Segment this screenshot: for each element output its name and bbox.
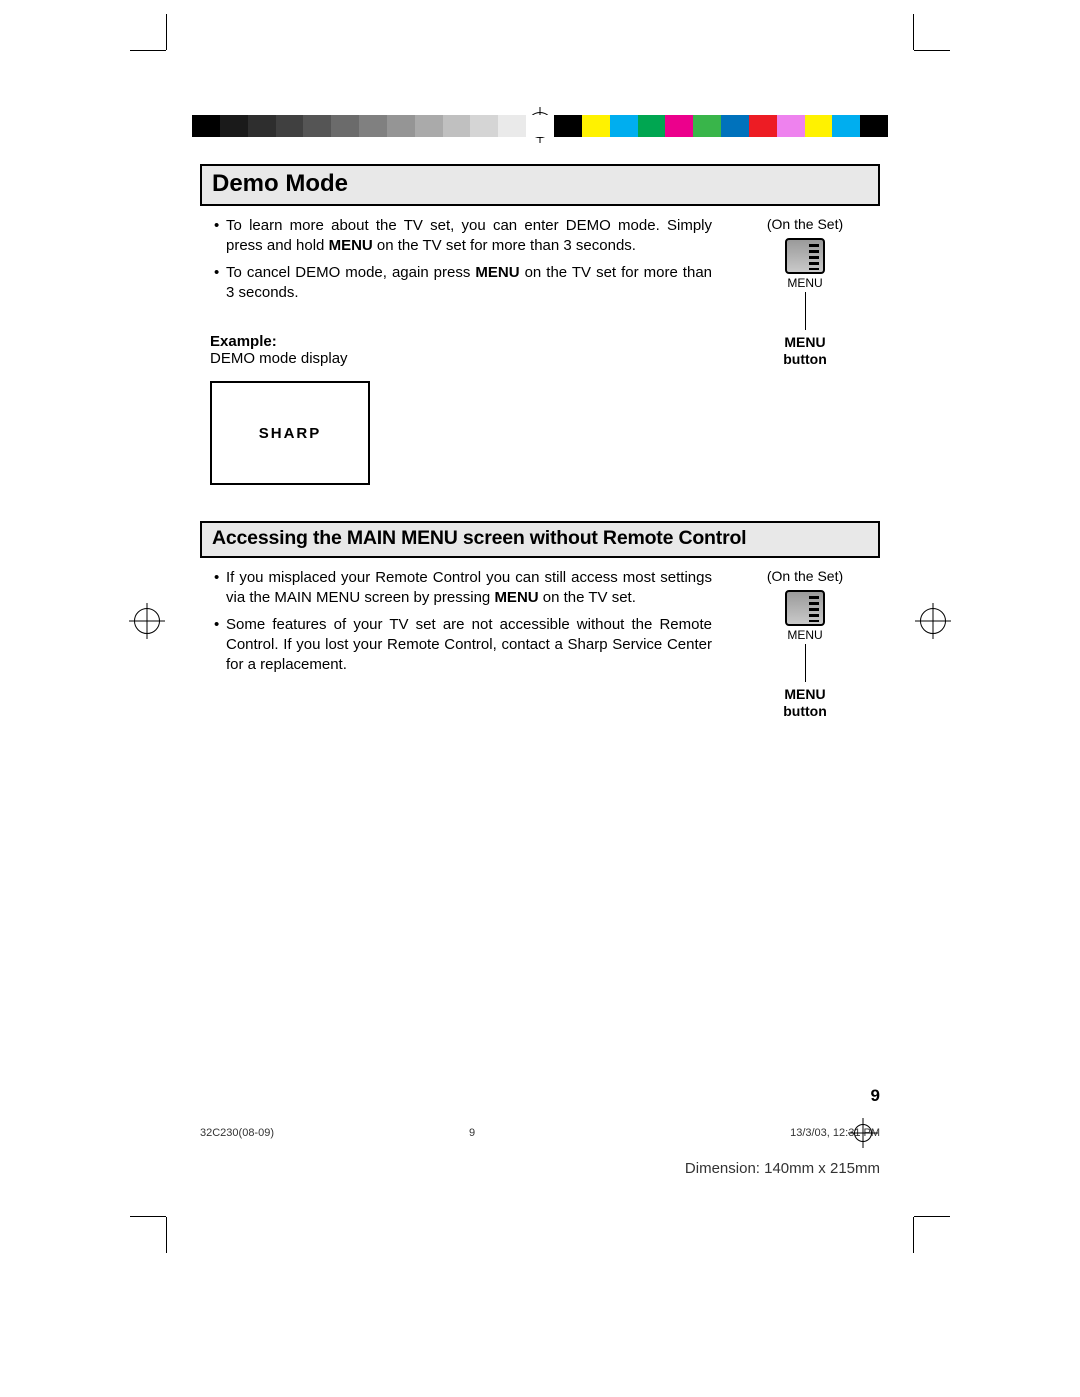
- footer-doc-id: 32C230(08-09): [200, 1127, 274, 1139]
- color-bars: [192, 115, 888, 137]
- section-title-demo-mode: Demo Mode: [200, 164, 880, 206]
- list-item: Some features of your TV set are not acc…: [214, 615, 712, 676]
- registration-mark: [854, 1124, 872, 1142]
- list-item: If you misplaced your Remote Control you…: [214, 568, 712, 609]
- on-the-set-label: (On the Set): [730, 568, 880, 584]
- example-label: Example:: [210, 333, 712, 350]
- pointer-line: [805, 644, 806, 682]
- menu-caption: MENU: [730, 276, 880, 290]
- pointer-line: [805, 292, 806, 330]
- footer: 32C230(08-09) 9 13/3/03, 12:31 PM: [200, 1124, 880, 1142]
- demo-mode-bullets: To learn more about the TV set, you can …: [200, 216, 712, 303]
- on-the-set-label: (On the Set): [730, 216, 880, 232]
- tv-set-icon: [785, 238, 825, 274]
- main-menu-bullets: If you misplaced your Remote Control you…: [200, 568, 712, 675]
- list-item: To cancel DEMO mode, again press MENU on…: [214, 263, 712, 304]
- menu-caption: MENU: [730, 628, 880, 642]
- section-title-main-menu: Accessing the MAIN MENU screen without R…: [200, 521, 880, 558]
- list-item: To learn more about the TV set, you can …: [214, 216, 712, 257]
- demo-display-box: SHARP: [210, 381, 370, 485]
- example-subtitle: DEMO mode display: [210, 350, 712, 367]
- registration-mark: [134, 608, 160, 634]
- sharp-logo-text: SHARP: [259, 425, 322, 442]
- registration-mark: [920, 608, 946, 634]
- footer-page: 9: [469, 1127, 475, 1139]
- dimension-note: Dimension: 140mm x 215mm: [685, 1160, 880, 1177]
- page-number: 9: [871, 1086, 880, 1106]
- menu-button-label: MENUbutton: [730, 334, 880, 368]
- menu-button-label: MENUbutton: [730, 686, 880, 720]
- page-content: Demo Mode To learn more about the TV set…: [200, 164, 880, 720]
- tv-set-icon: [785, 590, 825, 626]
